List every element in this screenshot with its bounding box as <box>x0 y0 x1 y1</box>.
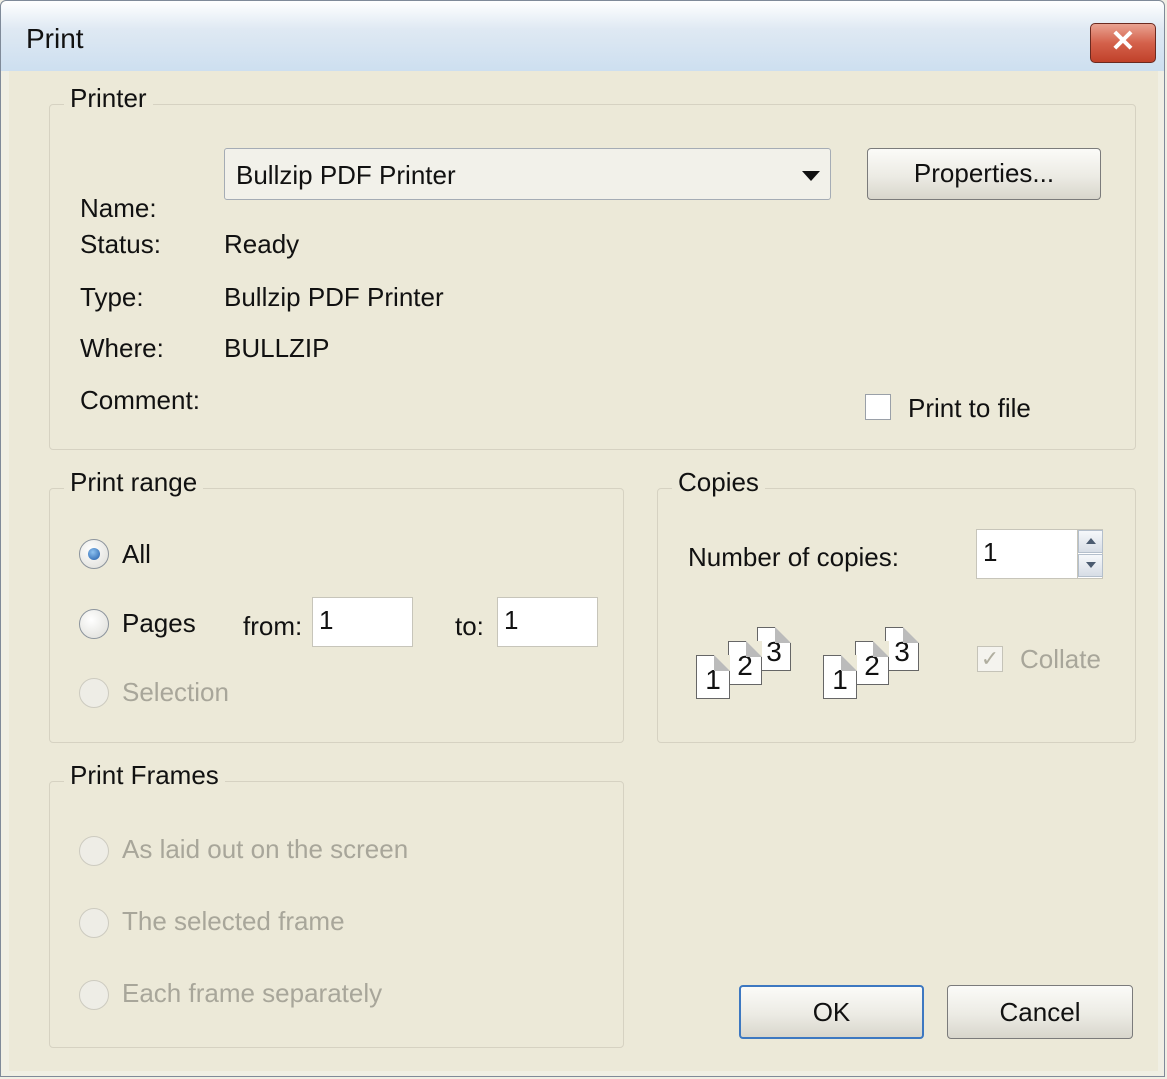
radio-frames-as-laid-out[interactable] <box>79 836 109 866</box>
from-page-input[interactable]: 1 <box>312 597 413 647</box>
print-dialog: Print ✕ Printer Name: Bullzip PDF Printe… <box>0 0 1165 1077</box>
where-value: BULLZIP <box>224 333 330 363</box>
chevron-down-icon <box>1086 562 1096 568</box>
radio-frames-selected[interactable] <box>79 908 109 938</box>
spin-up-button[interactable] <box>1078 530 1103 553</box>
copies-group-label: Copies <box>672 467 765 498</box>
radio-frames-as-laid-out-label[interactable]: As laid out on the screen <box>122 834 408 865</box>
to-label: to: <box>455 611 484 641</box>
radio-selection[interactable] <box>79 678 109 708</box>
ok-button[interactable]: OK <box>739 985 924 1039</box>
from-label: from: <box>243 611 303 641</box>
printer-name-dropdown[interactable]: Bullzip PDF Printer <box>224 148 831 200</box>
print-to-file-checkbox[interactable] <box>865 394 891 420</box>
where-label: Where: <box>80 333 164 363</box>
chevron-down-icon <box>802 171 820 181</box>
printer-name-value: Bullzip PDF Printer <box>236 160 456 190</box>
spin-down-button[interactable] <box>1078 554 1103 577</box>
properties-button[interactable]: Properties... <box>867 148 1101 200</box>
chevron-up-icon <box>1086 538 1096 544</box>
print-range-group: Print range All Pages from: 1 to: 1 Sele… <box>49 467 624 743</box>
copies-spinner[interactable] <box>1077 530 1104 578</box>
radio-frames-separately-label[interactable]: Each frame separately <box>122 978 382 1009</box>
dialog-body: Printer Name: Bullzip PDF Printer Proper… <box>9 71 1158 1071</box>
dialog-title: Print <box>26 23 84 54</box>
radio-all[interactable] <box>79 539 109 569</box>
print-to-file-label[interactable]: Print to file <box>908 393 1031 424</box>
type-value: Bullzip PDF Printer <box>224 282 444 312</box>
title-bar[interactable]: Print ✕ <box>1 1 1164 71</box>
collate-page-3-icon: 3 <box>757 627 791 671</box>
radio-selection-label[interactable]: Selection <box>122 677 229 708</box>
collate-page-2-icon: 2 <box>728 641 762 685</box>
status-value: Ready <box>224 229 300 259</box>
radio-pages[interactable] <box>79 609 109 639</box>
print-frames-group-label: Print Frames <box>64 760 225 791</box>
collate-page-3-icon: 3 <box>885 627 919 671</box>
radio-all-label[interactable]: All <box>122 539 151 570</box>
printer-group: Printer Name: Bullzip PDF Printer Proper… <box>49 83 1136 450</box>
collate-label[interactable]: Collate <box>1020 644 1101 675</box>
copies-group: Copies Number of copies: 1 3 2 1 3 2 1 ✓… <box>657 467 1136 743</box>
collate-page-2-icon: 2 <box>855 641 889 685</box>
radio-frames-separately[interactable] <box>79 980 109 1010</box>
radio-pages-label[interactable]: Pages <box>122 608 196 639</box>
printer-group-label: Printer <box>64 83 153 114</box>
comment-label: Comment: <box>80 385 200 415</box>
cancel-button[interactable]: Cancel <box>947 985 1133 1039</box>
number-of-copies-label: Number of copies: <box>688 542 899 572</box>
to-page-input[interactable]: 1 <box>497 597 598 647</box>
collate-page-1-icon: 1 <box>696 655 730 699</box>
radio-frames-selected-label[interactable]: The selected frame <box>122 906 345 937</box>
collate-checkbox[interactable]: ✓ <box>977 646 1003 672</box>
type-label: Type: <box>80 282 144 312</box>
collate-page-1-icon: 1 <box>823 655 857 699</box>
status-label: Status: <box>80 229 161 259</box>
print-frames-group: Print Frames As laid out on the screen T… <box>49 760 624 1048</box>
close-button[interactable]: ✕ <box>1090 23 1156 63</box>
print-range-group-label: Print range <box>64 467 204 498</box>
name-label: Name: <box>80 193 157 223</box>
